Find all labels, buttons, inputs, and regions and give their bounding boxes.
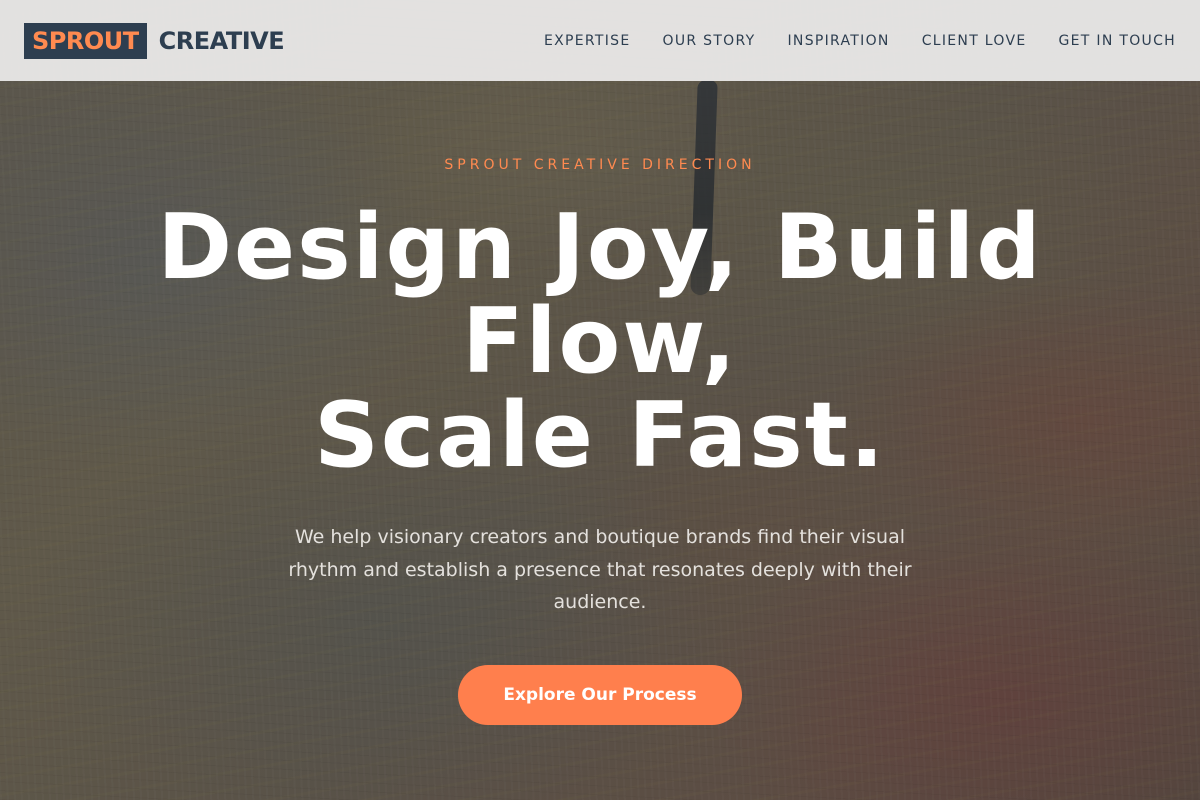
hero-eyebrow: SPROUT CREATIVE DIRECTION [444, 157, 756, 173]
hero-subtext: We help visionary creators and boutique … [288, 526, 912, 613]
headline-line-3: Scale Fast. [314, 383, 886, 488]
headline-line-1: Design Joy, Build [157, 195, 1043, 300]
logo-box: SPROUT [24, 22, 147, 59]
nav-link-our-story[interactable]: OUR STORY [663, 33, 756, 49]
nav-link-client-love[interactable]: CLIENT LOVE [922, 33, 1027, 49]
logo-text: CREATIVE [158, 26, 285, 55]
hero-section: SPROUT CREATIVE DIRECTION Design Joy, Bu… [0, 81, 1200, 800]
site-header: SPROUT CREATIVE EXPERTISE OUR STORY INSP… [0, 0, 1200, 81]
logo[interactable]: SPROUT CREATIVE [24, 22, 285, 59]
headline-line-2: Flow, [462, 289, 738, 394]
nav-link-inspiration[interactable]: INSPIRATION [788, 33, 890, 49]
hero-headline: Design Joy, Build Flow, Scale Fast. [100, 201, 1100, 483]
main-nav: EXPERTISE OUR STORY INSPIRATION CLIENT L… [544, 33, 1176, 49]
explore-process-button[interactable]: Explore Our Process [458, 665, 742, 725]
nav-link-get-in-touch[interactable]: GET IN TOUCH [1059, 33, 1176, 49]
nav-link-expertise[interactable]: EXPERTISE [544, 33, 631, 49]
